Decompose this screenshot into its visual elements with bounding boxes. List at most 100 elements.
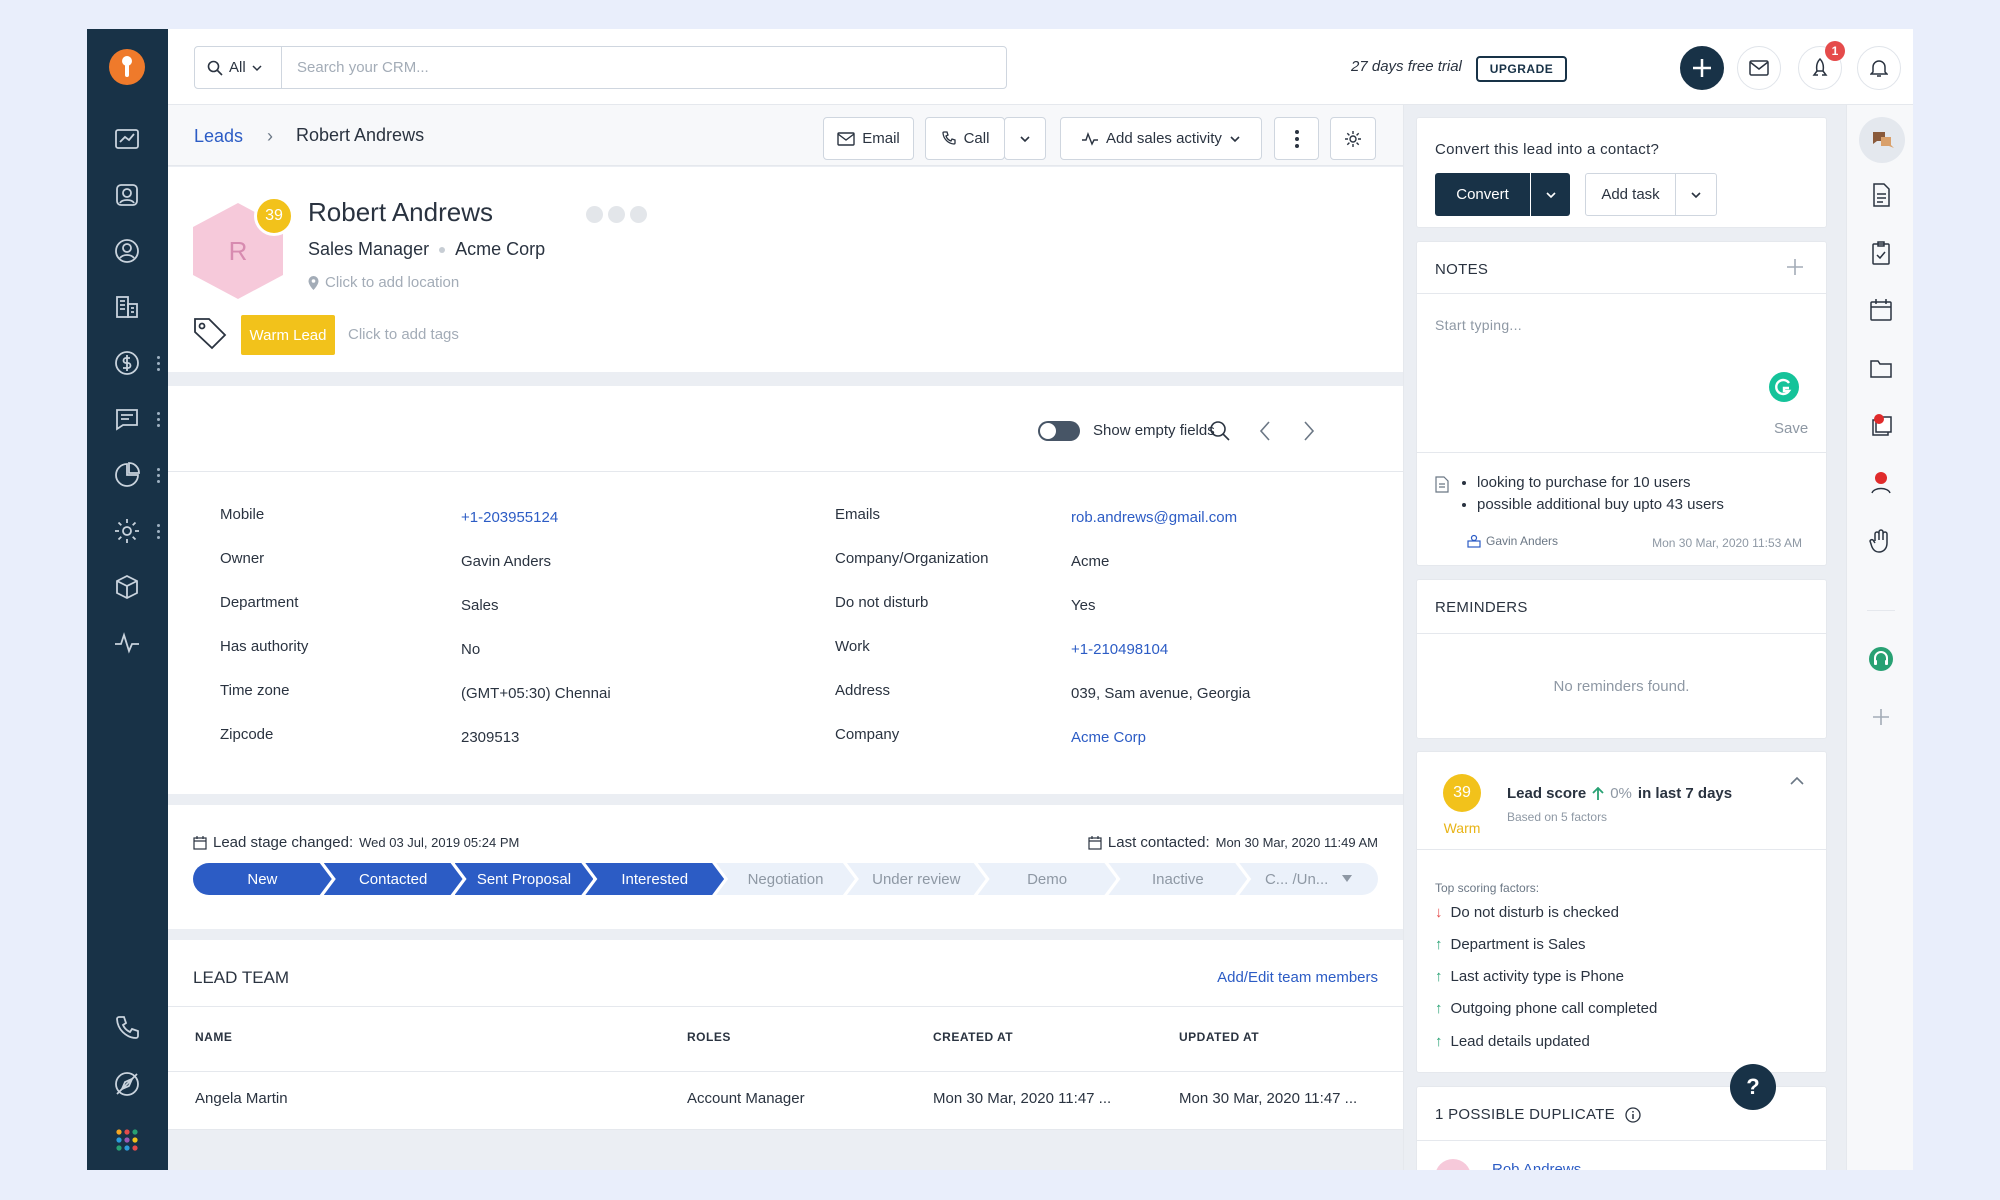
column-header-roles[interactable]: ROLES [687,1030,731,1044]
settings-more-dots[interactable] [157,524,161,540]
lead-job-title[interactable]: Sales Manager [308,239,429,260]
stage-closed-dropdown[interactable]: C... /Un... [1239,863,1379,895]
add-task-button[interactable]: Add task [1585,173,1676,216]
field-value-has-authority[interactable]: No [461,641,480,658]
lead-stage-pipeline: New Contacted Sent Proposal Interested N… [193,863,1379,895]
call-options-dropdown[interactable] [1004,117,1046,160]
settings-icon[interactable] [112,516,142,546]
deals-rail-icon[interactable] [1867,411,1895,439]
field-label-address: Address [835,682,891,699]
field-value-work[interactable]: +1-210498104 [1071,641,1168,658]
note-content[interactable]: looking to purchase for 10 users possibl… [1477,472,1724,516]
field-value-emails[interactable]: rob.andrews@gmail.com [1071,509,1237,526]
add-edit-team-link[interactable]: Add/Edit team members [1217,969,1378,986]
convert-options-dropdown[interactable] [1531,173,1570,216]
conversations-more-dots[interactable] [157,412,161,428]
stage-new[interactable]: New [193,863,332,895]
more-options-button[interactable] [1274,117,1319,160]
contacts-rail-icon[interactable] [1867,468,1895,496]
stage-sent-proposal[interactable]: Sent Proposal [455,863,594,895]
field-value-owner[interactable]: Gavin Anders [461,553,551,570]
field-value-company-organization[interactable]: Acme [1071,553,1109,570]
info-icon[interactable] [1625,1106,1641,1123]
score-factor: ↑ Department is Sales [1435,936,1586,953]
upgrade-button[interactable]: UPGRADE [1476,56,1567,82]
field-value-department[interactable]: Sales [461,597,499,614]
field-value-address[interactable]: 039, Sam avenue, Georgia [1071,685,1250,702]
customize-button[interactable] [1330,117,1376,160]
tasks-rail-icon[interactable] [1867,239,1895,267]
column-header-updated-at[interactable]: UPDATED AT [1179,1030,1259,1044]
updates-button[interactable]: 1 [1798,41,1845,90]
quick-add-button[interactable] [1680,46,1724,90]
search-scope-dropdown[interactable]: All [195,47,282,88]
grammarly-icon[interactable] [1769,372,1799,402]
field-value-zipcode[interactable]: 2309513 [461,729,519,746]
chevron-up-icon[interactable] [1790,776,1804,786]
lead-company[interactable]: Acme Corp [455,239,545,260]
hand-rail-icon[interactable] [1867,527,1895,555]
twitter-icon[interactable] [608,206,625,223]
warm-lead-tag[interactable]: Warm Lead [241,315,335,355]
reports-icon[interactable] [112,460,142,490]
conversations-rail-icon[interactable] [1868,126,1896,154]
email-button[interactable]: Email [823,117,914,160]
accounts-icon[interactable] [112,292,142,322]
column-header-created-at[interactable]: CREATED AT [933,1030,1013,1044]
stage-contacted[interactable]: Contacted [324,863,463,895]
lead-score-badge[interactable]: 39 [254,196,294,236]
app-logo[interactable] [109,49,145,85]
folder-rail-icon[interactable] [1867,354,1895,382]
phone-icon[interactable] [112,1013,142,1043]
help-button[interactable]: ? [1730,1064,1776,1110]
contacts-icon[interactable] [112,180,142,210]
save-note-button[interactable]: Save [1774,420,1808,437]
facebook-icon[interactable] [586,206,603,223]
linkedin-icon[interactable] [630,206,647,223]
notes-input[interactable]: Start typing... [1435,317,1522,333]
convert-question: Convert this lead into a contact? [1435,141,1660,158]
notifications-button[interactable] [1857,46,1901,90]
reports-more-dots[interactable] [157,468,161,484]
deals-icon[interactable] [112,348,142,378]
call-button[interactable]: Call [925,117,1005,160]
team-member-name[interactable]: Angela Martin [195,1090,288,1107]
chevron-right-icon[interactable] [1302,420,1316,442]
duplicate-name-link[interactable]: Rob Andrews [1492,1161,1581,1170]
stage-negotiation[interactable]: Negotiation [716,863,855,895]
conversations-icon[interactable] [112,404,142,434]
add-app-rail-icon[interactable] [1867,703,1895,731]
field-value-company[interactable]: Acme Corp [1071,729,1146,746]
deals-more-dots[interactable] [157,356,161,372]
add-tags-link[interactable]: Click to add tags [348,326,459,343]
field-value-mobile[interactable]: +1-203955124 [461,509,558,526]
mail-button[interactable] [1737,46,1781,90]
document-rail-icon[interactable] [1867,181,1895,209]
convert-button[interactable]: Convert [1435,173,1530,216]
field-value-time-zone[interactable]: (GMT+05:30) Chennai [461,685,611,702]
field-value-do-not-disturb[interactable]: Yes [1071,597,1095,614]
search-icon[interactable] [1209,420,1231,442]
chevron-left-icon[interactable] [1258,420,1272,442]
column-header-name[interactable]: NAME [195,1030,232,1044]
dashboard-icon[interactable] [112,124,142,154]
add-note-icon[interactable] [1786,258,1804,276]
calendar-rail-icon[interactable] [1867,296,1895,324]
products-icon[interactable] [112,572,142,602]
show-empty-fields-toggle[interactable] [1038,421,1080,441]
search-input[interactable] [283,47,1006,88]
activity-icon[interactable] [112,628,142,658]
compass-icon[interactable] [112,1069,142,1099]
add-task-options-dropdown[interactable] [1675,173,1717,216]
stage-inactive[interactable]: Inactive [1108,863,1247,895]
breadcrumb-leads[interactable]: Leads [194,126,243,147]
add-sales-activity-button[interactable]: Add sales activity [1060,117,1262,160]
stage-demo[interactable]: Demo [978,863,1117,895]
plus-icon [1693,59,1711,77]
apps-grid-icon[interactable] [112,1125,142,1155]
lead-location[interactable]: Click to add location [308,274,459,291]
support-rail-icon[interactable] [1867,645,1895,673]
stage-interested[interactable]: Interested [585,863,724,895]
leads-icon[interactable] [112,236,142,266]
stage-under-review[interactable]: Under review [847,863,986,895]
